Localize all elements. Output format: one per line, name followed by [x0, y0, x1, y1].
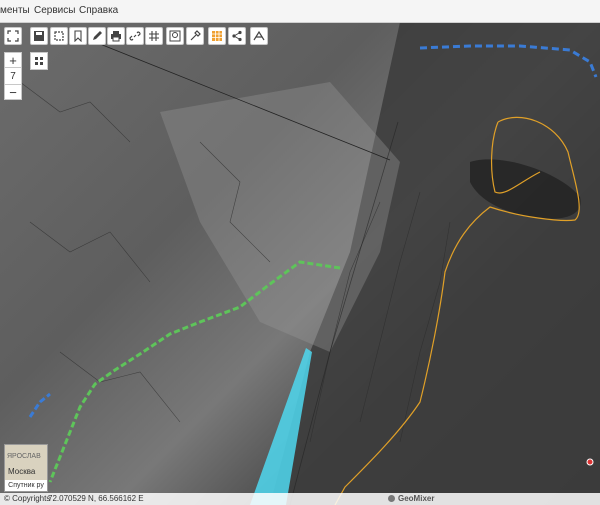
satellite-map[interactable]	[0, 22, 600, 505]
grid-icon	[149, 31, 159, 41]
frame-button[interactable]	[50, 27, 68, 45]
share-icon	[232, 30, 242, 42]
menu-item-services[interactable]: Сервисы	[34, 5, 75, 16]
grid-button[interactable]	[145, 27, 163, 45]
minimap-region: ЯРОСЛАВ	[7, 453, 41, 460]
picker-icon	[190, 30, 201, 41]
link-icon	[129, 31, 141, 41]
draw-button[interactable]	[88, 27, 106, 45]
menu-item-help[interactable]: Справка	[79, 5, 118, 16]
frame-icon	[54, 31, 64, 41]
search-area-icon	[169, 30, 181, 42]
save-icon	[34, 31, 44, 41]
search-area-button[interactable]	[166, 27, 184, 45]
bookmark-icon	[74, 30, 82, 42]
copyright-link[interactable]: © Copyrights	[4, 494, 50, 503]
layers-button[interactable]	[30, 52, 48, 70]
print-button[interactable]	[107, 27, 125, 45]
measure-icon	[253, 30, 265, 41]
table-icon	[212, 31, 222, 41]
picker-button[interactable]	[186, 27, 204, 45]
share-button[interactable]	[228, 27, 246, 45]
zoom-control: + 7 −	[4, 52, 22, 100]
zoom-level: 7	[4, 68, 22, 84]
status-bar: © Copyrights 72.070529 N, 66.566162 E Ge…	[0, 493, 600, 505]
table-button[interactable]	[208, 27, 226, 45]
zoom-in-button[interactable]: +	[4, 52, 22, 68]
print-icon	[111, 31, 121, 42]
menu-item-tools[interactable]: менты	[0, 5, 30, 16]
link-button[interactable]	[126, 27, 144, 45]
minimap-layer-label: Спутник ру	[5, 480, 47, 491]
minimap-city: Москва	[8, 467, 36, 476]
fullscreen-icon	[7, 30, 19, 42]
map-imagery	[19, 22, 600, 505]
brand-label: GeoMixer	[398, 494, 435, 503]
geomixer-logo-icon	[388, 495, 395, 502]
measure-button[interactable]	[250, 27, 268, 45]
fullscreen-button[interactable]	[4, 27, 22, 45]
save-button[interactable]	[30, 27, 48, 45]
zoom-out-button[interactable]: −	[4, 84, 22, 100]
bookmark-button[interactable]	[69, 27, 87, 45]
menu-bar: менты Сервисы Справка	[0, 0, 600, 23]
layers-icon	[35, 57, 43, 65]
minimap[interactable]: ЯРОСЛАВ Москва Спутник ру	[4, 444, 48, 492]
pencil-icon	[93, 31, 102, 40]
coordinates-readout[interactable]: 72.070529 N, 66.566162 E	[48, 494, 144, 503]
